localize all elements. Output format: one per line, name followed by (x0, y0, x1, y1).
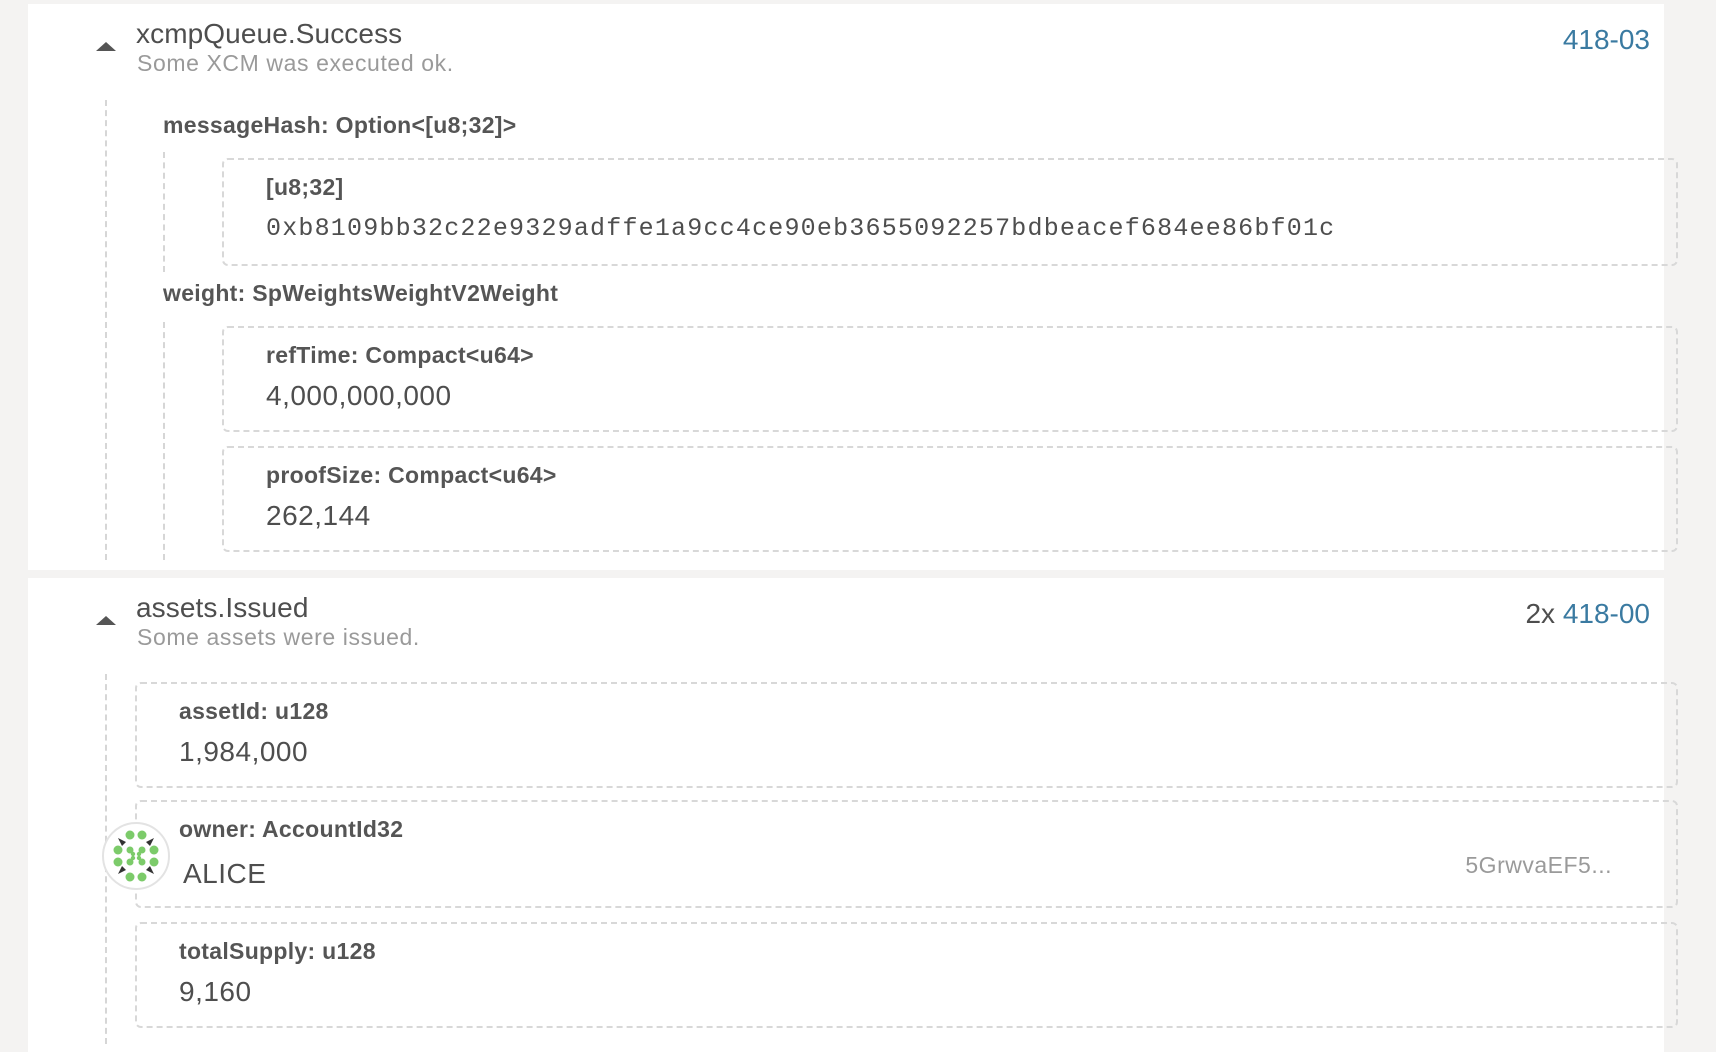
param-label-messagehash: messageHash: Option<[u8;32]> (163, 112, 517, 138)
event-block-link[interactable]: 418-00 (1563, 598, 1650, 629)
assetid-value[interactable]: 1,984,000 (179, 736, 308, 768)
identicon-icon[interactable] (102, 822, 170, 890)
param-box-reftime: refTime: Compact<u64> 4,000,000,000 (222, 326, 1678, 432)
totalsupply-value[interactable]: 9,160 (179, 976, 252, 1008)
owner-label: owner: AccountId32 (179, 816, 404, 842)
tree-line (163, 322, 165, 560)
event-card-assets-issued: assets.Issued Some assets were issued. 2… (28, 578, 1678, 1052)
reftime-label: refTime: Compact<u64> (266, 342, 534, 368)
event-block-link-group[interactable]: 2x 418-00 (1525, 598, 1650, 630)
param-box-messagehash: [u8;32] 0xb8109bb32c22e9329adffe1a9cc4ce… (222, 158, 1678, 266)
tree-line (105, 100, 107, 560)
event-description: Some XCM was executed ok. (137, 50, 454, 76)
param-box-totalsupply: totalSupply: u128 9,160 (135, 922, 1678, 1028)
proofsize-value[interactable]: 262,144 (266, 500, 371, 532)
param-box-owner: owner: AccountId32 ALICE 5GrwvaEF5... (135, 800, 1678, 908)
reftime-value[interactable]: 4,000,000,000 (266, 380, 452, 412)
caret-up-icon[interactable] (96, 42, 116, 51)
event-card-xcmp-success: xcmpQueue.Success Some XCM was executed … (28, 4, 1678, 570)
identicon-svg (113, 830, 159, 882)
owner-account-name[interactable]: ALICE (183, 858, 266, 890)
param-box-assetid: assetId: u128 1,984,000 (135, 682, 1678, 788)
tree-line (163, 152, 165, 272)
owner-address[interactable]: 5GrwvaEF5... (1465, 852, 1612, 879)
message-hash-value[interactable]: 0xb8109bb32c22e9329adffe1a9cc4ce90eb3655… (266, 214, 1335, 243)
event-description: Some assets were issued. (137, 624, 420, 650)
param-box-proofsize: proofSize: Compact<u64> 262,144 (222, 446, 1678, 552)
proofsize-label: proofSize: Compact<u64> (266, 462, 557, 488)
param-inner-label: [u8;32] (266, 174, 344, 200)
event-count: 2x (1525, 598, 1556, 629)
event-title[interactable]: assets.Issued (136, 592, 309, 624)
assetid-label: assetId: u128 (179, 698, 329, 724)
totalsupply-label: totalSupply: u128 (179, 938, 376, 964)
event-block-link[interactable]: 418-03 (1563, 24, 1650, 56)
caret-up-icon[interactable] (96, 616, 116, 625)
event-title[interactable]: xcmpQueue.Success (136, 18, 402, 50)
param-label-weight: weight: SpWeightsWeightV2Weight (163, 280, 559, 306)
